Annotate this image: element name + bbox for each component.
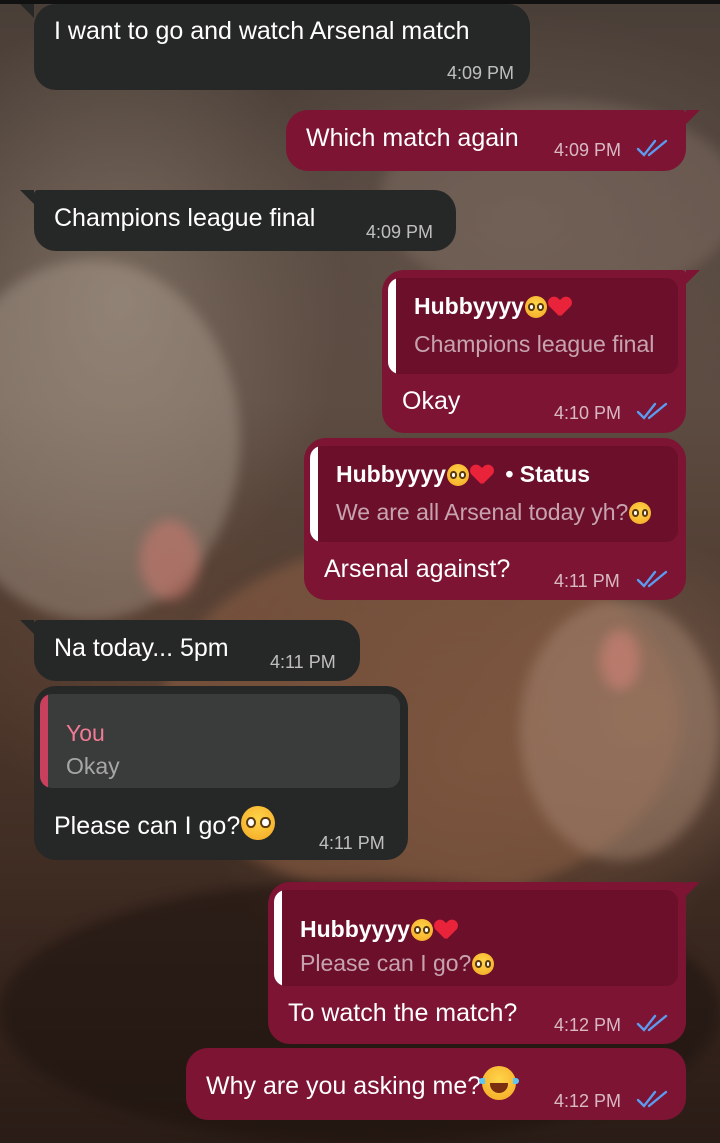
- pleading-face-emoji: [241, 806, 276, 840]
- reply-quote[interactable]: Hubbyyyy • Status We are all Arsenal tod…: [310, 446, 678, 542]
- quote-text: We are all Arsenal today yh?: [336, 498, 652, 526]
- message-text: Please can I go?: [54, 806, 276, 841]
- message-incoming-reply[interactable]: You Okay Please can I go? 4:11 PM: [34, 686, 408, 860]
- message-outgoing[interactable]: Which match again 4:09 PM: [286, 110, 700, 171]
- message-text: Why are you asking me?: [206, 1066, 520, 1101]
- double-check-icon: [636, 570, 668, 588]
- message-time: 4:11 PM: [554, 571, 620, 591]
- quote-sender: You: [66, 720, 105, 746]
- message-time: 4:09 PM: [554, 140, 622, 160]
- quote-accent-bar: [40, 694, 48, 788]
- message-time: 4:12 PM: [554, 1091, 622, 1111]
- quote-text: Please can I go?: [300, 949, 495, 977]
- reply-quote[interactable]: Hubbyyyy Champions league final: [388, 278, 678, 374]
- pleading-face-emoji: [446, 464, 469, 486]
- message-text: Na today... 5pm: [54, 634, 229, 662]
- message-time: 4:11 PM: [270, 652, 336, 672]
- quote-sender: Hubbyyyy: [414, 292, 571, 320]
- message-incoming[interactable]: Na today... 5pm 4:11 PM: [20, 620, 360, 681]
- quote-sender: Hubbyyyy • Status: [336, 461, 591, 487]
- double-check-icon: [636, 139, 668, 157]
- red-heart-emoji: [549, 297, 571, 317]
- message-text: Which match again: [306, 124, 519, 152]
- pleading-face-emoji: [629, 502, 652, 524]
- quote-text: Champions league final: [414, 331, 655, 357]
- reply-quote[interactable]: Hubbyyyy Please can I go?: [274, 890, 678, 986]
- message-time: 4:09 PM: [446, 63, 514, 83]
- reply-quote[interactable]: You Okay: [40, 694, 400, 788]
- quote-accent-bar: [274, 890, 282, 986]
- quote-text: Okay: [66, 753, 120, 779]
- double-check-icon: [636, 1014, 668, 1032]
- message-incoming[interactable]: Champions league final 4:09 PM: [20, 190, 456, 251]
- double-check-icon: [636, 1090, 668, 1108]
- face-with-tears-of-joy-emoji: [479, 1066, 520, 1100]
- message-time: 4:12 PM: [554, 1015, 622, 1035]
- pleading-face-emoji: [524, 296, 547, 318]
- message-incoming[interactable]: I want to go and watch Arsenal match 4:0…: [20, 4, 530, 90]
- message-text: Champions league final: [54, 204, 316, 232]
- red-heart-emoji: [471, 465, 493, 485]
- message-outgoing[interactable]: Why are you asking me? 4:12 PM: [186, 1048, 686, 1120]
- message-outgoing-reply[interactable]: Hubbyyyy Please can I go? To watch the m…: [268, 882, 700, 1044]
- message-outgoing-reply[interactable]: Hubbyyyy • Status We are all Arsenal tod…: [304, 438, 686, 600]
- message-text: Okay: [402, 387, 461, 415]
- message-outgoing-reply[interactable]: Hubbyyyy Champions league final Okay 4:1…: [382, 270, 700, 433]
- quote-accent-bar: [388, 278, 396, 374]
- red-heart-emoji: [435, 920, 457, 940]
- message-text: I want to go and watch Arsenal match: [54, 17, 470, 45]
- message-time: 4:11 PM: [319, 833, 385, 853]
- quote-accent-bar: [310, 446, 318, 542]
- status-label: • Status: [505, 461, 591, 487]
- double-check-icon: [636, 402, 668, 420]
- message-time: 4:10 PM: [554, 403, 622, 423]
- quote-sender: Hubbyyyy: [300, 915, 457, 943]
- message-text: To watch the match?: [288, 999, 518, 1027]
- pleading-face-emoji: [472, 953, 495, 975]
- message-text: Arsenal against?: [324, 555, 511, 583]
- message-time: 4:09 PM: [366, 222, 434, 242]
- pleading-face-emoji: [410, 919, 433, 941]
